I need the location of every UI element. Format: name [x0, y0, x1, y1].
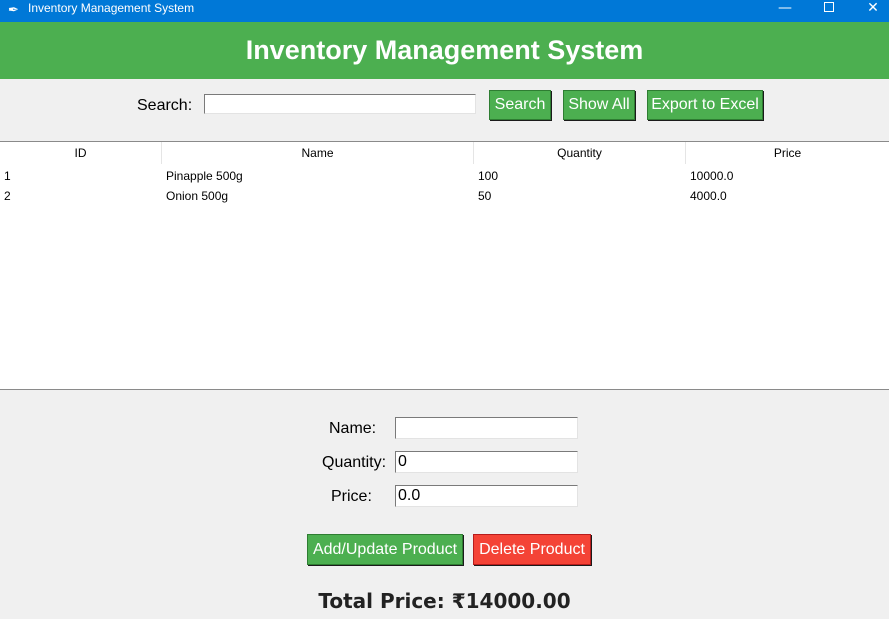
show-all-button[interactable]: Show All — [563, 90, 635, 120]
export-excel-button[interactable]: Export to Excel — [647, 90, 763, 120]
column-header-name[interactable]: Name — [162, 142, 474, 164]
product-table[interactable]: ID Name Quantity Price 1 Pinapple 500g 1… — [0, 141, 889, 390]
name-label: Name: — [329, 420, 377, 437]
minimize-icon: — — [778, 0, 792, 16]
close-button[interactable]: ✕ — [850, 0, 889, 22]
window-titlebar: ✒ Inventory Management System — ✕ — [0, 0, 889, 22]
maximize-icon — [824, 2, 834, 12]
cell-price: 4000.0 — [690, 189, 727, 203]
total-price: Total Price: ₹14000.00 — [318, 589, 571, 613]
close-icon: ✕ — [867, 0, 879, 16]
search-input[interactable] — [204, 94, 476, 114]
cell-id: 1 — [4, 169, 11, 183]
cell-quantity: 100 — [478, 169, 499, 183]
search-button[interactable]: Search — [489, 90, 551, 120]
quantity-label: Quantity: — [322, 454, 387, 471]
feather-icon: ✒ — [8, 3, 19, 18]
table-row[interactable]: 1 Pinapple 500g 100 10000.0 — [0, 166, 889, 186]
app-header: Inventory Management System — [0, 22, 889, 79]
price-label: Price: — [331, 488, 372, 505]
page-title: Inventory Management System — [245, 35, 644, 65]
cell-name: Onion 500g — [166, 189, 229, 203]
price-field[interactable] — [395, 485, 578, 507]
cell-price: 10000.0 — [690, 169, 734, 183]
table-header: ID Name Quantity Price — [0, 142, 889, 164]
window-title: Inventory Management System — [28, 1, 195, 15]
minimize-button[interactable]: — — [762, 0, 808, 22]
quantity-field[interactable] — [395, 451, 578, 473]
add-update-product-button[interactable]: Add/Update Product — [307, 534, 463, 565]
table-row[interactable]: 2 Onion 500g 50 4000.0 — [0, 186, 889, 206]
name-field[interactable] — [395, 417, 578, 439]
column-header-quantity[interactable]: Quantity — [474, 142, 686, 164]
delete-product-button[interactable]: Delete Product — [473, 534, 591, 565]
cell-id: 2 — [4, 189, 11, 203]
column-header-id[interactable]: ID — [0, 142, 162, 164]
cell-name: Pinapple 500g — [166, 169, 243, 183]
search-label: Search: — [137, 97, 193, 114]
cell-quantity: 50 — [478, 189, 492, 203]
column-header-price[interactable]: Price — [686, 142, 889, 164]
maximize-button[interactable] — [806, 0, 852, 22]
